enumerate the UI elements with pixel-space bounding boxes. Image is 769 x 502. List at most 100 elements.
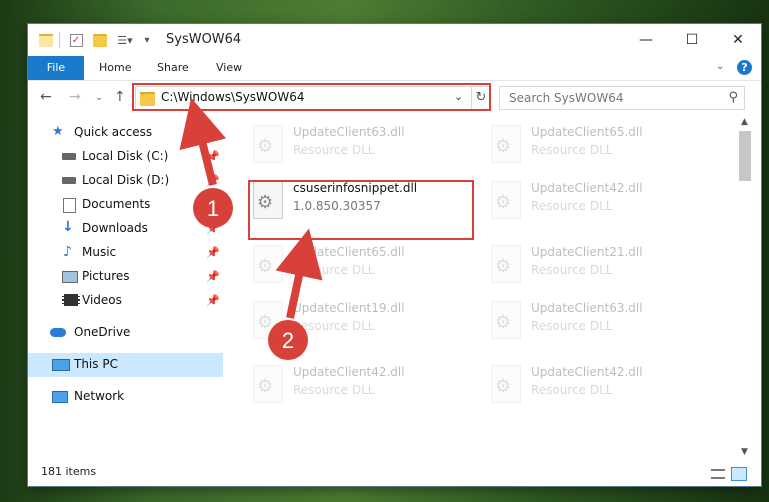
pin-icon[interactable]: 📌 <box>206 198 220 211</box>
sidebar-item-label: Quick access <box>74 125 153 139</box>
sidebar-item-label: Downloads <box>82 221 148 235</box>
navigation-pane: ★ Quick access Local Disk (C:) 📌 Local D… <box>28 121 223 451</box>
title-bar: ✓ ☰▾ ▾ SysWOW64 — ☐ ✕ <box>28 24 761 56</box>
vertical-scrollbar[interactable]: ▲ ▼ <box>737 115 753 463</box>
file-item[interactable]: ⚙ UpdateClient63.dll Resource DLL <box>247 119 477 175</box>
sidebar-item-videos[interactable]: Videos 📌 <box>28 289 223 313</box>
explorer-window: ✓ ☰▾ ▾ SysWOW64 — ☐ ✕ File Home Share Vi… <box>28 24 761 486</box>
separator <box>59 32 60 48</box>
sidebar-item-label: Music <box>82 245 117 259</box>
expand-ribbon-icon[interactable]: ⌄ <box>716 61 724 72</box>
drive-icon <box>62 153 76 160</box>
sidebar-item-label: This PC <box>74 357 118 371</box>
file-name: UpdateClient65.dll <box>531 125 643 139</box>
cloud-icon <box>50 328 66 337</box>
back-button[interactable]: ← <box>40 89 52 105</box>
pin-icon[interactable]: 📌 <box>206 150 220 163</box>
file-description: Resource DLL <box>531 263 613 277</box>
computer-icon <box>52 359 70 371</box>
search-box[interactable]: Search SysWOW64 ⚲ <box>499 86 745 110</box>
tab-view[interactable]: View <box>216 56 242 80</box>
scroll-up-icon[interactable]: ▲ <box>741 117 748 127</box>
dll-file-icon: ⚙ <box>491 125 521 163</box>
file-item[interactable]: ⚙ UpdateClient19.dll Resource DLL <box>247 295 477 351</box>
close-button[interactable]: ✕ <box>715 24 761 56</box>
search-input[interactable]: Search SysWOW64 <box>509 91 623 105</box>
sidebar-item-network[interactable]: Network <box>28 385 223 409</box>
download-icon: ↓ <box>62 219 74 235</box>
folder-icon <box>38 32 54 48</box>
file-name: UpdateClient42.dll <box>293 365 405 379</box>
sidebar-item-quick-access[interactable]: ★ Quick access <box>28 121 223 145</box>
file-item[interactable]: ⚙ UpdateClient21.dll Resource DLL <box>485 239 715 295</box>
dll-file-icon: ⚙ <box>491 181 521 219</box>
details-view-icon[interactable] <box>711 469 725 479</box>
sidebar-item-local-disk-c[interactable]: Local Disk (C:) 📌 <box>28 145 223 169</box>
pin-icon[interactable]: 📌 <box>206 222 220 235</box>
file-name: UpdateClient63.dll <box>293 125 405 139</box>
quick-access-dropdown-icon[interactable]: ▾ <box>142 32 152 48</box>
dll-file-icon: ⚙ <box>491 365 521 403</box>
window-title: SysWOW64 <box>166 32 242 47</box>
tab-share[interactable]: Share <box>157 56 189 80</box>
minimize-button[interactable]: — <box>623 24 669 56</box>
sidebar-item-label: Pictures <box>82 269 130 283</box>
address-bar-highlight <box>132 83 491 111</box>
status-bar: 181 items <box>28 464 761 486</box>
pin-icon[interactable]: 📌 <box>206 294 220 307</box>
file-item[interactable]: ⚙ UpdateClient63.dll Resource DLL <box>485 295 715 351</box>
sidebar-item-pictures[interactable]: Pictures 📌 <box>28 265 223 289</box>
ribbon: File Home Share View ⌄ ? <box>28 56 761 81</box>
tab-home[interactable]: Home <box>99 56 131 80</box>
dll-file-icon: ⚙ <box>253 245 283 283</box>
dll-file-icon: ⚙ <box>253 301 283 339</box>
file-name: UpdateClient21.dll <box>531 245 643 259</box>
sidebar-item-downloads[interactable]: ↓ Downloads 📌 <box>28 217 223 241</box>
drive-icon <box>62 177 76 184</box>
scroll-thumb[interactable] <box>739 131 751 181</box>
file-item[interactable]: ⚙ UpdateClient65.dll Resource DLL <box>485 119 715 175</box>
file-description: Resource DLL <box>293 143 375 157</box>
up-button[interactable]: ↑ <box>114 89 126 105</box>
dll-file-icon: ⚙ <box>253 365 283 403</box>
sidebar-item-documents[interactable]: Documents 📌 <box>28 193 223 217</box>
forward-button[interactable]: → <box>69 89 81 105</box>
file-description: Resource DLL <box>293 383 375 397</box>
new-folder-icon[interactable] <box>92 32 108 48</box>
sidebar-item-local-disk-d[interactable]: Local Disk (D:) 📌 <box>28 169 223 193</box>
sidebar-item-this-pc[interactable]: This PC <box>28 353 223 377</box>
scroll-down-icon[interactable]: ▼ <box>741 447 748 457</box>
search-icon[interactable]: ⚲ <box>728 90 738 105</box>
music-icon: ♪ <box>63 244 72 260</box>
file-item[interactable]: ⚙ UpdateClient42.dll Resource DLL <box>247 359 477 415</box>
file-name: UpdateClient63.dll <box>531 301 643 315</box>
recent-locations-icon[interactable]: ⌄ <box>95 92 103 103</box>
dll-file-icon: ⚙ <box>491 245 521 283</box>
customize-toolbar-icon[interactable]: ☰▾ <box>114 32 136 48</box>
pin-icon[interactable]: 📌 <box>206 174 220 187</box>
file-list: ⚙ UpdateClient63.dll Resource DLL ⚙ Upda… <box>225 115 737 455</box>
maximize-button[interactable]: ☐ <box>669 24 715 56</box>
file-name: UpdateClient42.dll <box>531 365 643 379</box>
pictures-icon <box>62 271 78 283</box>
pin-icon[interactable]: 📌 <box>206 246 220 259</box>
file-item[interactable]: ⚙ UpdateClient65.dll Resource DLL <box>247 239 477 295</box>
sidebar-item-label: Local Disk (D:) <box>82 173 170 187</box>
tab-file[interactable]: File <box>28 56 84 80</box>
file-description: Resource DLL <box>531 319 613 333</box>
sidebar-item-onedrive[interactable]: OneDrive <box>28 321 223 345</box>
sidebar-item-music[interactable]: ♪ Music 📌 <box>28 241 223 265</box>
file-item[interactable]: ⚙ UpdateClient42.dll Resource DLL <box>485 359 715 415</box>
file-description: Resource DLL <box>531 143 613 157</box>
file-item[interactable]: ⚙ UpdateClient42.dll Resource DLL <box>485 175 715 231</box>
file-description: Resource DLL <box>531 383 613 397</box>
help-icon[interactable]: ? <box>737 60 752 75</box>
properties-icon[interactable]: ✓ <box>68 32 84 48</box>
file-name: UpdateClient19.dll <box>293 301 405 315</box>
dll-file-icon: ⚙ <box>253 125 283 163</box>
large-icons-view-icon[interactable] <box>731 467 747 481</box>
sidebar-item-label: Network <box>74 389 125 403</box>
file-name: UpdateClient42.dll <box>531 181 643 195</box>
document-icon <box>63 198 76 213</box>
pin-icon[interactable]: 📌 <box>206 270 220 283</box>
